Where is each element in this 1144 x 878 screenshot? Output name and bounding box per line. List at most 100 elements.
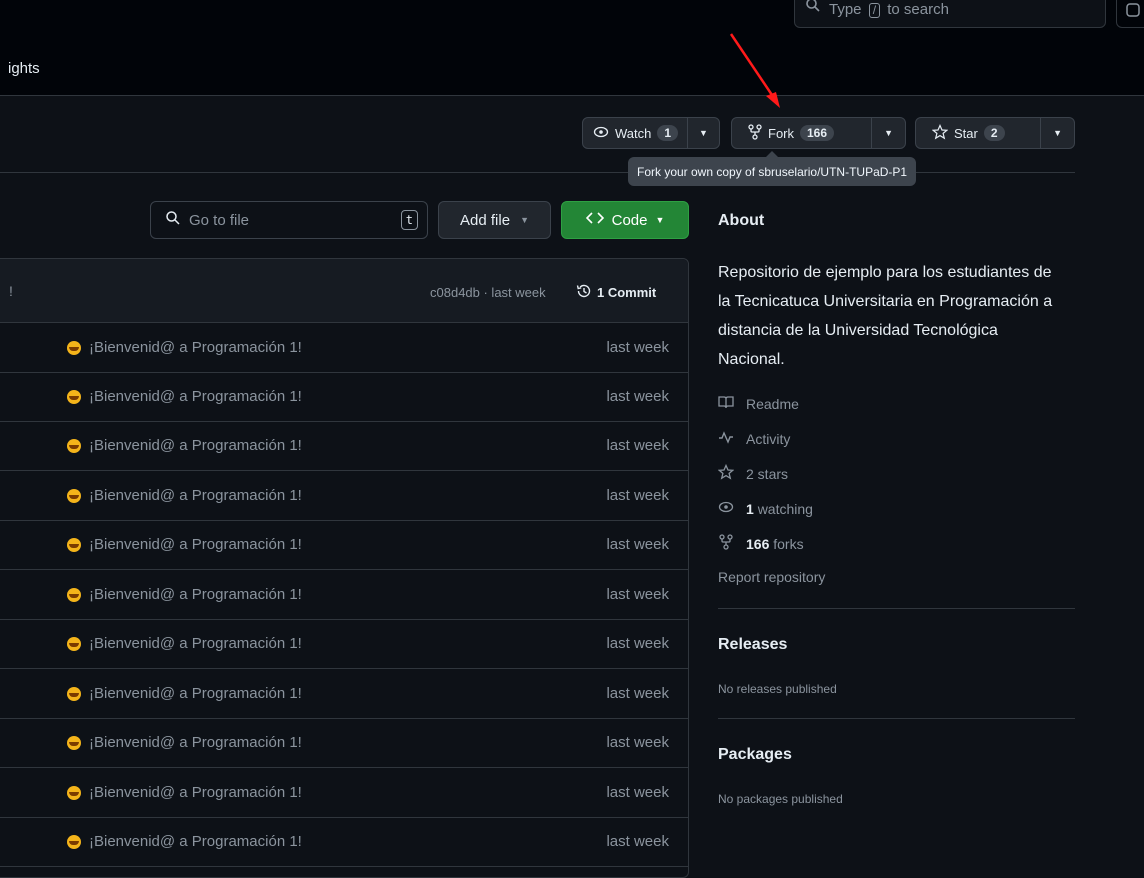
star-button[interactable]: Star 2 ▼ <box>915 117 1075 149</box>
commit-message-link[interactable]: ¡Bienvenid@ a Programación 1! <box>67 437 302 454</box>
about-description: Repositorio de ejemplo para los estudian… <box>718 264 1053 368</box>
commit-message-link[interactable]: ¡Bienvenid@ a Programación 1! <box>67 734 302 751</box>
watching-count: 1 <box>746 500 754 517</box>
fork-tooltip: Fork your own copy of sbruselario/UTN-TU… <box>628 151 917 186</box>
go-to-file-input[interactable]: Go to file t <box>150 201 428 239</box>
star-label: Star <box>954 125 978 141</box>
commit-message-link[interactable]: ¡Bienvenid@ a Programación 1! <box>67 536 302 553</box>
file-row[interactable]: ¡Bienvenid@ a Programación 1! last week <box>0 422 688 471</box>
go-to-file-placeholder: Go to file <box>189 211 250 229</box>
watch-dropdown[interactable]: ▼ <box>687 118 719 148</box>
commit-message-link[interactable]: ¡Bienvenid@ a Programación 1! <box>67 586 302 603</box>
search-placeholder-post: to search <box>887 1 949 18</box>
chevron-down-icon: ▼ <box>884 128 894 138</box>
commit-message-text: ¡Bienvenid@ a Programación 1! <box>89 339 302 356</box>
go-to-file-shortcut: t <box>400 210 418 230</box>
smile-emoji-icon <box>67 587 81 602</box>
releases-heading[interactable]: Releases <box>718 636 787 654</box>
search-icon <box>165 210 181 230</box>
watch-label: Watch <box>615 125 652 141</box>
commits-count-label: 1 Commit <box>597 285 657 300</box>
fork-main[interactable]: Fork 166 <box>732 118 871 148</box>
activity-label: Activity <box>746 430 791 447</box>
add-file-label: Add file <box>460 211 511 229</box>
file-row[interactable]: ¡Bienvenid@ a Programación 1! last week <box>0 670 688 719</box>
watch-count: 1 <box>657 125 679 141</box>
readme-link[interactable]: Readme <box>718 394 799 413</box>
pulse-icon <box>718 429 734 448</box>
file-row[interactable]: ¡Bienvenid@ a Programación 1! last week <box>0 571 688 620</box>
fork-icon <box>718 534 734 553</box>
commit-message-text: ¡Bienvenid@ a Programación 1! <box>89 734 302 751</box>
code-label: Code <box>611 211 648 229</box>
command-palette-icon <box>1126 3 1140 22</box>
smile-emoji-icon <box>67 785 81 800</box>
activity-link[interactable]: Activity <box>718 429 790 448</box>
commit-message-link[interactable]: ¡Bienvenid@ a Programación 1! <box>67 388 302 405</box>
repo-nav-insights-tab[interactable]: ights <box>8 60 40 77</box>
file-row[interactable]: ¡Bienvenid@ a Programación 1! last week <box>0 769 688 818</box>
commit-message-link[interactable]: ¡Bienvenid@ a Programación 1! <box>67 685 302 702</box>
commit-time: last week <box>606 586 669 603</box>
forks-link[interactable]: 166 forks <box>718 534 804 553</box>
file-list: ! c08d4db · last week 1 Commit ¡Bienveni… <box>0 258 689 878</box>
report-repository-link[interactable]: Report repository <box>718 569 825 585</box>
commit-time: last week <box>606 685 669 702</box>
commit-time: last week <box>606 487 669 504</box>
stars-link[interactable]: 2 stars <box>717 463 789 483</box>
top-bar: Type / to search ights <box>0 0 1144 96</box>
file-row[interactable]: ¡Bienvenid@ a Programación 1! last week <box>0 620 688 669</box>
file-row[interactable]: ¡Bienvenid@ a Programación 1! last week <box>0 324 688 373</box>
star-count: 2 <box>983 125 1005 141</box>
smile-emoji-icon <box>67 735 81 750</box>
watching-link[interactable]: 1 watching <box>718 499 813 518</box>
smile-emoji-icon <box>67 488 81 503</box>
about-heading: About <box>718 212 765 229</box>
releases-note: No releases published <box>718 682 837 696</box>
packages-note: No packages published <box>718 792 843 806</box>
commits-link[interactable]: 1 Commit <box>576 283 656 302</box>
file-row[interactable]: ¡Bienvenid@ a Programación 1! last week <box>0 818 688 867</box>
eye-icon <box>718 499 734 518</box>
commit-time: last week <box>606 833 669 850</box>
star-icon <box>717 463 735 483</box>
stars-label: 2 stars <box>746 465 789 482</box>
star-main[interactable]: Star 2 <box>916 118 1040 148</box>
add-file-button[interactable]: Add file ▼ <box>438 201 551 239</box>
search-input[interactable]: Type / to search <box>794 0 1106 28</box>
commit-message-text: ¡Bienvenid@ a Programación 1! <box>89 685 302 702</box>
commit-message-text: ¡Bienvenid@ a Programación 1! <box>89 536 302 553</box>
commit-message-link[interactable]: ¡Bienvenid@ a Programación 1! <box>67 833 302 850</box>
smile-emoji-icon <box>67 686 81 701</box>
commit-message-link[interactable]: ¡Bienvenid@ a Programación 1! <box>67 784 302 801</box>
smile-emoji-icon <box>67 340 81 355</box>
forks-label: forks <box>773 535 804 552</box>
smile-emoji-icon <box>67 438 81 453</box>
commit-message-link[interactable]: ¡Bienvenid@ a Programación 1! <box>67 635 302 652</box>
watch-main[interactable]: Watch 1 <box>583 118 687 148</box>
fork-button[interactable]: Fork 166 ▼ <box>731 117 906 149</box>
file-row[interactable]: ¡Bienvenid@ a Programación 1! last week <box>0 521 688 570</box>
forks-count: 166 <box>746 535 770 552</box>
commit-message-text: ¡Bienvenid@ a Programación 1! <box>89 635 302 652</box>
latest-commit-message[interactable]: ! <box>9 283 13 299</box>
file-row[interactable]: ¡Bienvenid@ a Programación 1! last week <box>0 472 688 521</box>
watch-button[interactable]: Watch 1 ▼ <box>582 117 720 149</box>
commit-message-link[interactable]: ¡Bienvenid@ a Programación 1! <box>67 339 302 356</box>
smile-emoji-icon <box>67 834 81 849</box>
packages-heading[interactable]: Packages <box>718 746 792 764</box>
chevron-down-icon: ▼ <box>1053 128 1063 138</box>
command-palette-button[interactable] <box>1116 0 1144 28</box>
commit-time: last week <box>606 339 669 356</box>
code-button[interactable]: Code ▼ <box>561 201 689 239</box>
history-icon <box>576 283 592 302</box>
latest-commit-sha[interactable]: c08d4db · last week <box>430 285 546 300</box>
fork-dropdown[interactable]: ▼ <box>871 118 905 148</box>
commit-message-text: ¡Bienvenid@ a Programación 1! <box>89 437 302 454</box>
file-row[interactable]: ¡Bienvenid@ a Programación 1! last week <box>0 719 688 768</box>
file-row[interactable]: ¡Bienvenid@ a Programación 1! last week <box>0 373 688 422</box>
star-dropdown[interactable]: ▼ <box>1040 118 1074 148</box>
commit-message-link[interactable]: ¡Bienvenid@ a Programación 1! <box>67 487 302 504</box>
chevron-down-icon: ▼ <box>520 215 529 225</box>
commit-time: last week <box>606 734 669 751</box>
